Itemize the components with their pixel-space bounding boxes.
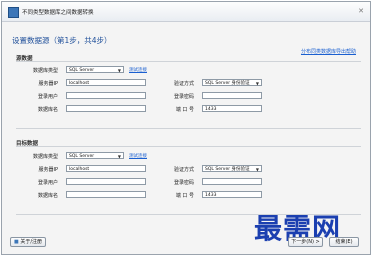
target-auth-label: 验证方式 bbox=[173, 167, 194, 173]
target-login-pwd-label: 登录密码 bbox=[173, 180, 194, 186]
target-login-pwd-input[interactable] bbox=[202, 178, 262, 185]
about-register-button[interactable]: ■ 关于/注册 bbox=[10, 237, 46, 247]
next-button[interactable]: 下一步(N) > bbox=[288, 237, 323, 247]
chevron-down-icon: ▼ bbox=[255, 167, 259, 172]
source-db-type-value: SQL Server bbox=[69, 68, 95, 73]
target-db-type-select[interactable]: SQL Server ▼ bbox=[66, 152, 124, 159]
target-divider-top bbox=[16, 128, 361, 129]
target-db-type-value: SQL Server bbox=[69, 154, 95, 159]
target-port-input[interactable]: 1433 bbox=[202, 191, 262, 198]
source-auth-select[interactable]: SQL Server 身份验证 ▼ bbox=[202, 79, 262, 86]
target-server-ip-label: 服务器IP bbox=[38, 167, 59, 173]
target-db-name-input[interactable] bbox=[66, 191, 146, 198]
source-db-type-label: 数据库类型 bbox=[32, 68, 58, 74]
source-db-name-input[interactable] bbox=[66, 105, 146, 112]
source-db-name-label: 数据库名 bbox=[37, 107, 58, 113]
info-icon: ■ bbox=[13, 239, 19, 245]
app-icon bbox=[8, 7, 19, 18]
source-login-pwd-input[interactable] bbox=[202, 92, 262, 99]
target-auth-value: SQL Server 身份验证 bbox=[205, 167, 250, 172]
finish-button[interactable]: 结束(E) bbox=[329, 237, 359, 247]
source-port-input[interactable]: 1433 bbox=[202, 105, 262, 112]
close-icon[interactable]: ✕ bbox=[358, 7, 364, 15]
target-port-label: 端 口 号 bbox=[175, 193, 194, 199]
app-window: 不同类型数据库之间数据转换 ✕ 设置数据源（第1步，共4步） 分布同类数据库导出… bbox=[1, 1, 371, 255]
target-auth-select[interactable]: SQL Server 身份验证 ▼ bbox=[202, 165, 262, 172]
source-auth-label: 验证方式 bbox=[173, 81, 194, 87]
source-divider bbox=[16, 61, 361, 62]
chevron-down-icon: ▼ bbox=[255, 81, 259, 86]
source-test-connection-link[interactable]: 测试连接 bbox=[129, 67, 147, 73]
target-db-name-label: 数据库名 bbox=[37, 193, 58, 199]
target-divider bbox=[16, 146, 361, 147]
step-title: 设置数据源（第1步，共4步） bbox=[12, 36, 112, 45]
window-title: 不同类型数据库之间数据转换 bbox=[22, 10, 94, 16]
chevron-down-icon: ▼ bbox=[117, 154, 121, 159]
source-db-type-select[interactable]: SQL Server ▼ bbox=[66, 66, 124, 73]
source-auth-value: SQL Server 身份验证 bbox=[205, 81, 250, 86]
target-test-connection-link[interactable]: 测试连接 bbox=[129, 153, 147, 159]
about-register-label: 关于/注册 bbox=[20, 239, 42, 245]
source-login-user-input[interactable] bbox=[66, 92, 146, 99]
source-login-pwd-label: 登录密码 bbox=[173, 94, 194, 100]
target-login-user-input[interactable] bbox=[66, 178, 146, 185]
source-server-ip-input[interactable]: localhost bbox=[66, 79, 146, 86]
target-server-ip-input[interactable]: localhost bbox=[66, 165, 146, 172]
title-bar: 不同类型数据库之间数据转换 ✕ bbox=[2, 2, 370, 22]
source-login-user-label: 登录用户 bbox=[37, 94, 58, 100]
source-port-label: 端 口 号 bbox=[175, 107, 194, 113]
chevron-down-icon: ▼ bbox=[117, 68, 121, 73]
target-login-user-label: 登录用户 bbox=[37, 180, 58, 186]
source-server-ip-label: 服务器IP bbox=[38, 81, 59, 87]
target-db-type-label: 数据库类型 bbox=[32, 154, 58, 160]
help-link[interactable]: 分布同类数据库导出帮助 bbox=[301, 48, 356, 55]
